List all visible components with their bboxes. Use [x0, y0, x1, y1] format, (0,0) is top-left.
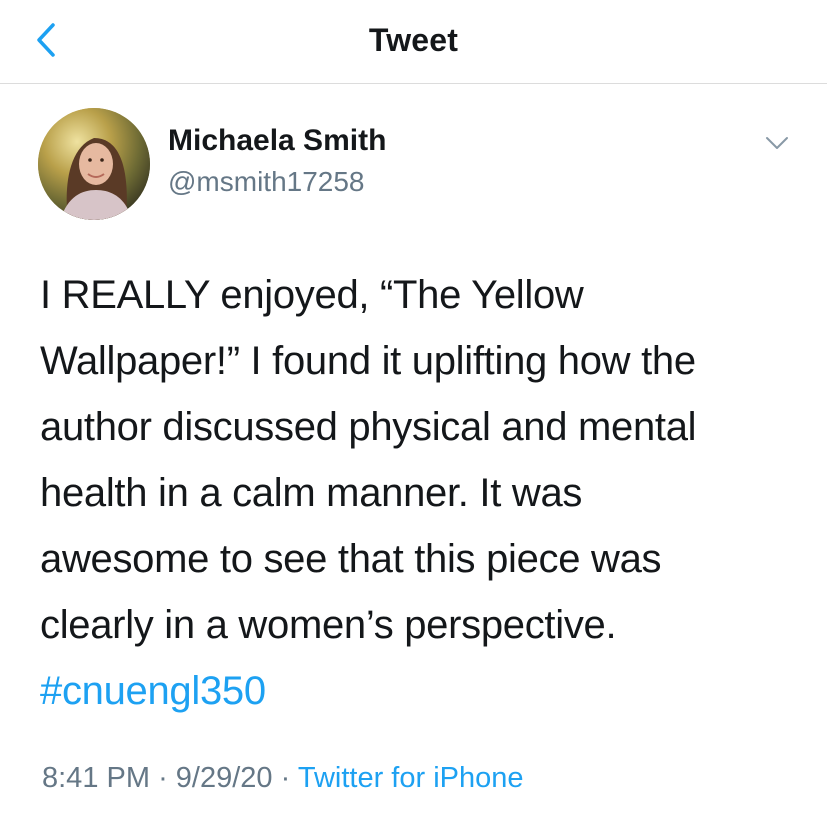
more-options-button[interactable]: [760, 128, 794, 158]
tweet-text-line: awesome to see that this piece was: [40, 537, 662, 581]
hashtag-link[interactable]: #cnuengl350: [40, 658, 810, 724]
tweet-date: 9/29/20: [175, 762, 273, 794]
meta-separator: ·: [280, 762, 291, 794]
author-handle[interactable]: @msmith17258: [168, 166, 365, 198]
avatar-photo: [38, 108, 150, 220]
tweet-detail-page: Tweet Michaela Smith @msmith17258 I REAL…: [0, 0, 827, 827]
tweet-text-line: I REALLY enjoyed, “The Yellow: [40, 273, 584, 317]
chevron-down-icon: [766, 137, 788, 149]
tweet-text-line: clearly in a women’s perspective.: [40, 603, 617, 647]
page-title: Tweet: [368, 22, 459, 58]
tweet-time: 8:41 PM: [42, 762, 150, 794]
author-name[interactable]: Michaela Smith: [168, 124, 386, 158]
tweet-text-line: Wallpaper!” I found it uplifting how the: [40, 339, 696, 383]
tweet-text-line: author discussed physical and mental: [40, 405, 697, 449]
tweet-source-link[interactable]: Twitter for iPhone: [298, 762, 524, 794]
tweet-text-line: health in a calm manner. It was: [40, 471, 583, 515]
avatar[interactable]: [38, 108, 150, 220]
tweet-body: I REALLY enjoyed, “The Yellow Wallpaper!…: [40, 262, 810, 724]
top-navigation-bar: Tweet: [0, 0, 827, 84]
tweet-metadata: 8:41 PM · 9/29/20 · Twitter for iPhone: [42, 762, 524, 795]
meta-separator: ·: [158, 762, 168, 794]
